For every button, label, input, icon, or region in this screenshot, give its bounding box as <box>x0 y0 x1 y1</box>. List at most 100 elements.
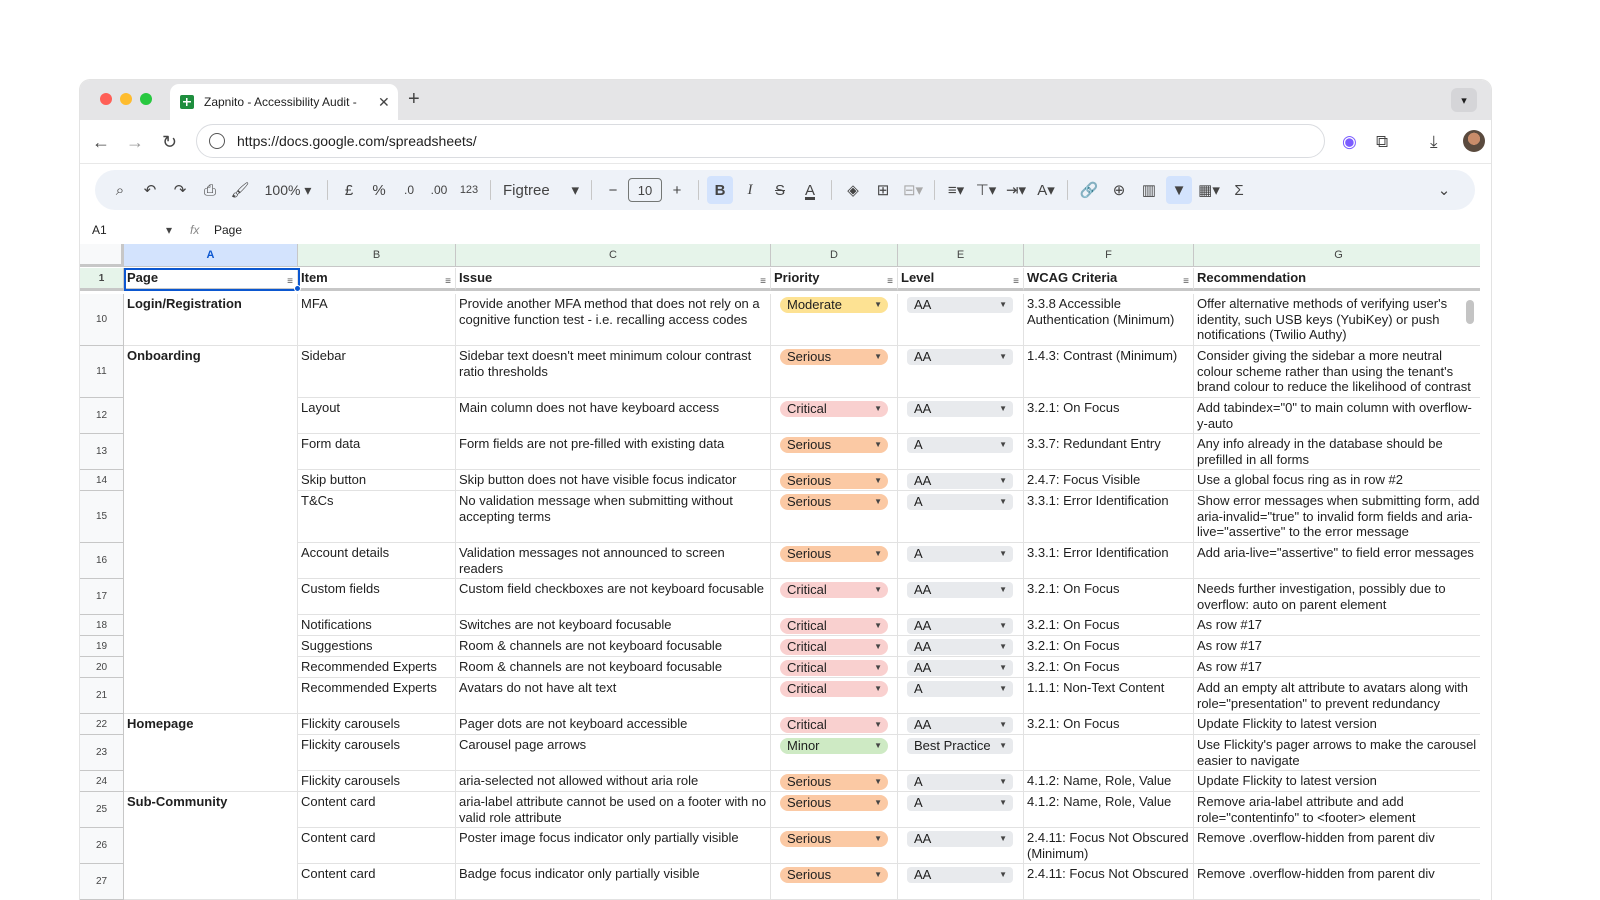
merge-cells-icon[interactable]: ⊟▾ <box>900 176 926 204</box>
bold-button[interactable]: B <box>707 176 733 204</box>
issue-cell[interactable]: aria-label attribute cannot be used on a… <box>456 792 771 828</box>
priority-cell[interactable]: Critical ▼ <box>771 615 898 636</box>
wcag-cell[interactable]: 4.1.2: Name, Role, Value <box>1024 771 1194 792</box>
priority-chip[interactable]: Serious ▼ <box>780 795 888 811</box>
priority-chip[interactable]: Serious ▼ <box>780 774 888 790</box>
wcag-cell[interactable]: 3.3.8 Accessible Authentication (Minimum… <box>1024 294 1194 346</box>
level-chip[interactable]: AA ▼ <box>907 401 1013 417</box>
row-number[interactable]: 13 <box>80 434 124 470</box>
filter-button-icon[interactable]: ≡ <box>887 274 893 288</box>
priority-cell[interactable]: Minor ▼ <box>771 735 898 771</box>
wcag-cell[interactable]: 3.3.7: Redundant Entry <box>1024 434 1194 470</box>
page-cell[interactable]: Login/Registration <box>124 294 298 346</box>
profile-avatar[interactable] <box>1463 130 1485 152</box>
level-cell[interactable]: AA ▼ <box>898 615 1024 636</box>
search-menus-icon[interactable]: ⌕ <box>107 176 133 204</box>
wcag-cell[interactable]: 2.4.7: Focus Visible <box>1024 470 1194 491</box>
horizontal-align-icon[interactable]: ≡▾ <box>943 176 969 204</box>
level-chip[interactable]: A ▼ <box>907 681 1013 697</box>
item-cell[interactable]: Layout <box>298 398 456 434</box>
text-rotation-icon[interactable]: A▾ <box>1033 176 1059 204</box>
header-cell-rec[interactable]: Recommendation <box>1194 268 1480 291</box>
priority-cell[interactable]: Serious ▼ <box>771 434 898 470</box>
level-chip[interactable]: AA ▼ <box>907 618 1013 634</box>
priority-chip[interactable]: Critical ▼ <box>780 681 888 697</box>
level-cell[interactable]: AA ▼ <box>898 470 1024 491</box>
filter-button-icon[interactable]: ≡ <box>1013 274 1019 288</box>
priority-cell[interactable]: Serious ▼ <box>771 864 898 900</box>
filter-icon[interactable]: ▼ <box>1166 176 1192 204</box>
row-number[interactable]: 15 <box>80 491 124 543</box>
row-number[interactable]: 24 <box>80 771 124 792</box>
wcag-cell[interactable]: 3.2.1: On Focus <box>1024 579 1194 615</box>
priority-cell[interactable]: Serious ▼ <box>771 346 898 398</box>
rec-cell[interactable]: As row #17 <box>1194 615 1480 636</box>
wcag-cell[interactable]: 3.2.1: On Focus <box>1024 636 1194 657</box>
page-cell[interactable]: Sub-Community <box>124 792 298 900</box>
issue-cell[interactable]: Room & channels are not keyboard focusab… <box>456 636 771 657</box>
wcag-cell[interactable]: 3.3.1: Error Identification <box>1024 543 1194 579</box>
row-number[interactable]: 11 <box>80 346 124 398</box>
level-cell[interactable]: AA ▼ <box>898 636 1024 657</box>
insert-link-icon[interactable]: 🔗 <box>1076 176 1102 204</box>
forward-icon[interactable]: → <box>126 132 144 153</box>
decrease-font-size-icon[interactable]: − <box>600 176 626 204</box>
zoom-select[interactable]: 100% ▾ <box>257 176 319 204</box>
item-cell[interactable]: Custom fields <box>298 579 456 615</box>
level-cell[interactable]: AA ▼ <box>898 864 1024 900</box>
level-chip[interactable]: A ▼ <box>907 546 1013 562</box>
wcag-cell[interactable]: 2.4.11: Focus Not Obscured <box>1024 864 1194 900</box>
item-cell[interactable]: Flickity carousels <box>298 735 456 771</box>
priority-cell[interactable]: Serious ▼ <box>771 470 898 491</box>
priority-chip[interactable]: Moderate ▼ <box>780 297 888 313</box>
wcag-cell[interactable]: 3.2.1: On Focus <box>1024 615 1194 636</box>
close-tab-icon[interactable]: ✕ <box>378 94 390 111</box>
issue-cell[interactable]: Skip button does not have visible focus … <box>456 470 771 491</box>
wcag-cell[interactable]: 3.2.1: On Focus <box>1024 714 1194 735</box>
level-cell[interactable]: A ▼ <box>898 434 1024 470</box>
redo-icon[interactable]: ↷ <box>167 176 193 204</box>
row-number[interactable]: 20 <box>80 657 124 678</box>
rec-cell[interactable]: Use Flickity's pager arrows to make the … <box>1194 735 1480 771</box>
priority-cell[interactable]: Serious ▼ <box>771 543 898 579</box>
level-cell[interactable]: AA ▼ <box>898 398 1024 434</box>
row-number[interactable]: 16 <box>80 543 124 579</box>
filter-views-icon[interactable]: ▦▾ <box>1196 176 1222 204</box>
row-number[interactable]: 17 <box>80 579 124 615</box>
decrease-decimal-button[interactable]: .0 <box>396 176 422 204</box>
issue-cell[interactable]: Main column does not have keyboard acces… <box>456 398 771 434</box>
column-header-a[interactable]: A <box>124 244 298 267</box>
rec-cell[interactable]: Any info already in the database should … <box>1194 434 1480 470</box>
paint-format-icon[interactable]: 🖌 <box>227 176 253 204</box>
borders-icon[interactable]: ⊞ <box>870 176 896 204</box>
fill-handle[interactable] <box>294 285 301 292</box>
level-cell[interactable]: AA ▼ <box>898 657 1024 678</box>
select-all-corner[interactable] <box>80 244 124 267</box>
level-cell[interactable]: AA ▼ <box>898 828 1024 864</box>
page-cell[interactable]: Homepage <box>124 714 298 792</box>
rec-cell[interactable]: Remove .overflow-hidden from parent div <box>1194 864 1480 900</box>
rec-cell[interactable]: Use a global focus ring as in row #2 <box>1194 470 1480 491</box>
issue-cell[interactable]: Avatars do not have alt text <box>456 678 771 714</box>
level-cell[interactable]: A ▼ <box>898 543 1024 579</box>
level-cell[interactable]: A ▼ <box>898 678 1024 714</box>
row-number[interactable]: 18 <box>80 615 124 636</box>
rec-cell[interactable]: Offer alternative methods of verifying u… <box>1194 294 1480 346</box>
priority-cell[interactable]: Critical ▼ <box>771 636 898 657</box>
italic-button[interactable]: I <box>737 176 763 204</box>
tab-search-icon[interactable]: ▾ <box>1451 88 1477 112</box>
issue-cell[interactable]: Provide another MFA method that does not… <box>456 294 771 346</box>
item-cell[interactable]: Sidebar <box>298 346 456 398</box>
item-cell[interactable]: Flickity carousels <box>298 771 456 792</box>
level-cell[interactable]: AA ▼ <box>898 579 1024 615</box>
rec-cell[interactable]: Needs further investigation, possibly du… <box>1194 579 1480 615</box>
column-header-e[interactable]: E <box>898 244 1024 267</box>
issue-cell[interactable]: Form fields are not pre-filled with exis… <box>456 434 771 470</box>
wcag-cell[interactable]: 1.4.3: Contrast (Minimum) <box>1024 346 1194 398</box>
filter-button-icon[interactable]: ≡ <box>445 274 451 288</box>
header-cell-level[interactable]: Level ≡ <box>898 268 1024 291</box>
rec-cell[interactable]: Remove .overflow-hidden from parent div <box>1194 828 1480 864</box>
insert-chart-icon[interactable]: ▥ <box>1136 176 1162 204</box>
priority-chip[interactable]: Critical ▼ <box>780 582 888 598</box>
priority-chip[interactable]: Serious ▼ <box>780 437 888 453</box>
